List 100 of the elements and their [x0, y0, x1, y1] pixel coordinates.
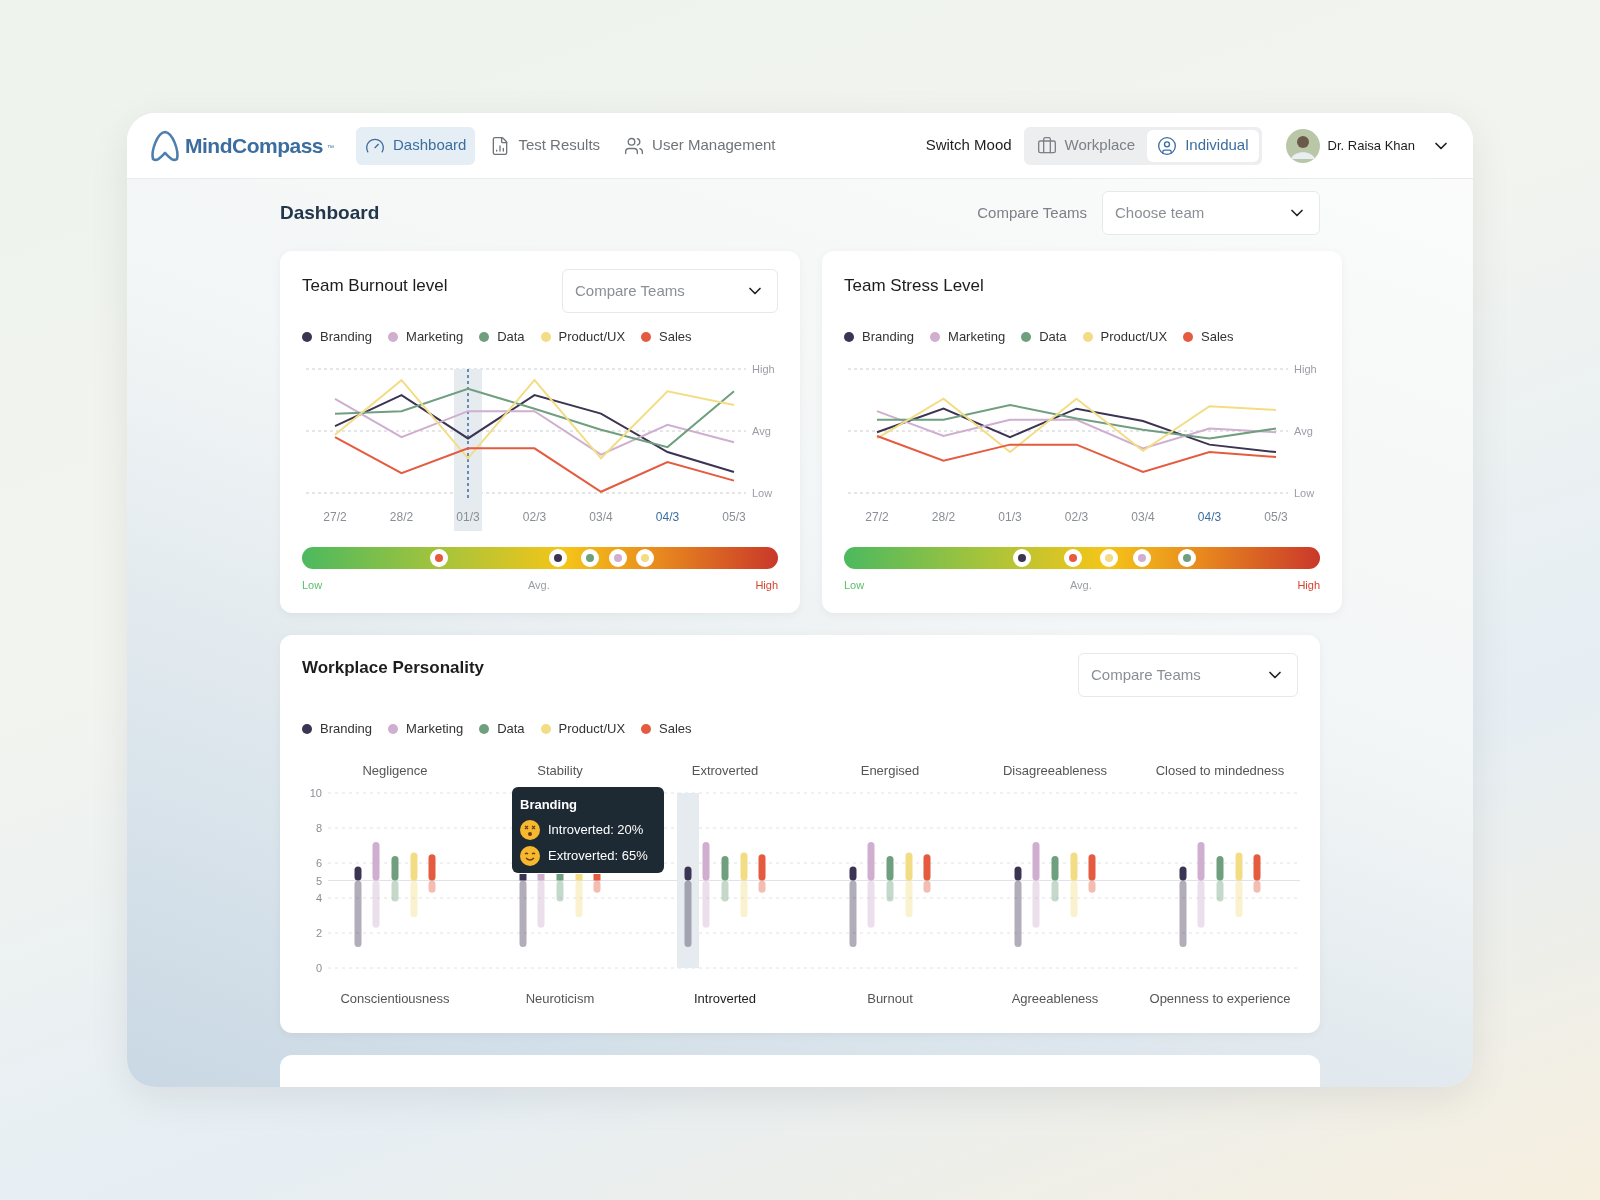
y-axis-label: Low — [752, 486, 773, 499]
legend-label: Branding — [320, 328, 373, 346]
meter-label: Low — [302, 577, 323, 593]
page-title: Dashboard — [280, 200, 380, 225]
compare-select[interactable]: Compare Teams — [562, 269, 778, 313]
x-axis-label: 02/3 — [1064, 509, 1089, 524]
range-bar — [740, 852, 748, 917]
axis-label: Disagreeableness — [1002, 762, 1108, 778]
y-axis-label: High — [752, 362, 775, 375]
y-axis-label: 5 — [315, 874, 322, 886]
range-bar — [556, 873, 564, 901]
x-axis-label: 28/2 — [931, 509, 956, 524]
range-bar — [1088, 853, 1096, 893]
range-bar — [428, 853, 436, 893]
legend-label: Marketing — [406, 720, 464, 738]
meter-label: Avg. — [1069, 577, 1092, 593]
axis-label: Extroverted — [691, 762, 759, 778]
switch-mood-label: Switch Mood — [925, 135, 1012, 156]
y-axis-label: Low — [1294, 486, 1315, 499]
nav-tab[interactable]: Dashboard — [356, 126, 476, 165]
x-axis-label: 05/3 — [722, 509, 746, 524]
y-axis-label: High — [1294, 362, 1317, 375]
y-axis-label: Avg — [752, 424, 771, 437]
axis-label: Closed to mindedness — [1155, 762, 1285, 778]
y-axis-label: Avg — [1294, 424, 1313, 437]
x-axis-label: 04/3 — [655, 509, 680, 524]
x-axis-label: 03/4 — [1131, 509, 1155, 524]
y-axis-label: 2 — [315, 926, 322, 939]
y-axis-label: 10 — [309, 786, 322, 799]
mood-option[interactable]: Individual — [1147, 129, 1259, 162]
legend-label: Product/UX — [1100, 328, 1168, 346]
legend-label: Data — [497, 328, 525, 346]
axis-label: Stability — [537, 762, 583, 778]
legend-label: Sales — [1201, 328, 1234, 346]
card-title: Workplace Personality — [302, 657, 485, 679]
x-axis-label: 01/3 — [456, 509, 480, 524]
y-axis-label: 4 — [315, 891, 322, 904]
legend-label: Branding — [862, 328, 915, 346]
y-axis-label: 8 — [315, 821, 322, 834]
range-bar — [410, 852, 418, 917]
legend-label: Sales — [659, 328, 692, 346]
tooltip-text: Extroverted: 65% — [548, 847, 648, 866]
y-axis-label: 6 — [315, 856, 322, 869]
axis-label: Negligence — [362, 762, 428, 778]
range-bar — [758, 853, 766, 893]
legend-label: Product/UX — [558, 328, 626, 346]
mood-option[interactable]: Workplace — [1026, 129, 1146, 162]
axis-label: Energised — [860, 762, 920, 778]
meter-label: Avg. — [527, 577, 550, 593]
card-title: Team Burnout level — [302, 275, 448, 297]
legend-label: Branding — [320, 720, 373, 738]
logo-text: MindCompass — [185, 132, 323, 159]
x-axis-label: 05/3 — [1264, 509, 1288, 524]
meter-label: High — [755, 577, 778, 593]
x-axis-label: 27/2 — [323, 509, 347, 524]
x-axis-label: 03/4 — [589, 509, 613, 524]
range-bar — [1235, 852, 1243, 917]
legend-label: Marketing — [406, 328, 464, 346]
range-bar — [593, 873, 601, 893]
legend-label: Marketing — [948, 328, 1006, 346]
range-bar — [886, 855, 894, 901]
axis-label: Introverted — [693, 990, 757, 1006]
meter-label: Low — [844, 577, 865, 593]
compare-select[interactable]: Compare Teams — [1078, 653, 1298, 697]
range-bar — [1051, 855, 1059, 901]
range-bar — [575, 873, 583, 917]
user-menu[interactable]: Dr. Raisa Khan — [1285, 128, 1451, 163]
users-icon — [624, 135, 645, 156]
legend-label: Product/UX — [558, 720, 626, 738]
x-axis-label: 28/2 — [389, 509, 414, 524]
avatar — [1285, 128, 1320, 163]
nav-tab[interactable]: User Management — [615, 126, 785, 165]
range-bar — [905, 852, 913, 917]
compare-select[interactable]: Choose team — [1102, 191, 1320, 235]
axis-label: Conscientiousness — [340, 990, 450, 1006]
range-bar — [391, 855, 399, 901]
tooltip-text: Introverted: 20% — [548, 821, 644, 840]
logo-icon — [149, 128, 181, 163]
y-axis-label: 0 — [315, 961, 322, 974]
legend-label: Data — [497, 720, 525, 738]
nav-tab[interactable]: Test Results — [481, 126, 610, 165]
compare-label: Compare Teams — [977, 202, 1087, 223]
legend-label: Data — [1039, 328, 1067, 346]
axis-label: Neuroticism — [525, 990, 595, 1006]
legend-label: Sales — [659, 720, 692, 738]
meter-label: High — [1297, 577, 1320, 593]
card-title: Team Stress Level — [844, 275, 984, 297]
x-axis-label: 27/2 — [865, 509, 889, 524]
x-axis-label: 02/3 — [522, 509, 547, 524]
x-axis-label: 01/3 — [998, 509, 1022, 524]
briefcase-icon — [1036, 135, 1057, 156]
dizzy-face-icon — [520, 820, 540, 840]
range-bar — [1070, 852, 1078, 917]
axis-label: Openness to experience — [1149, 990, 1291, 1006]
range-bar — [1216, 855, 1224, 901]
range-bar — [721, 855, 729, 901]
axis-label: Burnout — [867, 990, 913, 1006]
axis-label: Agreeableness — [1011, 990, 1099, 1006]
range-bar — [1253, 853, 1261, 893]
x-axis-label: 04/3 — [1197, 509, 1222, 524]
